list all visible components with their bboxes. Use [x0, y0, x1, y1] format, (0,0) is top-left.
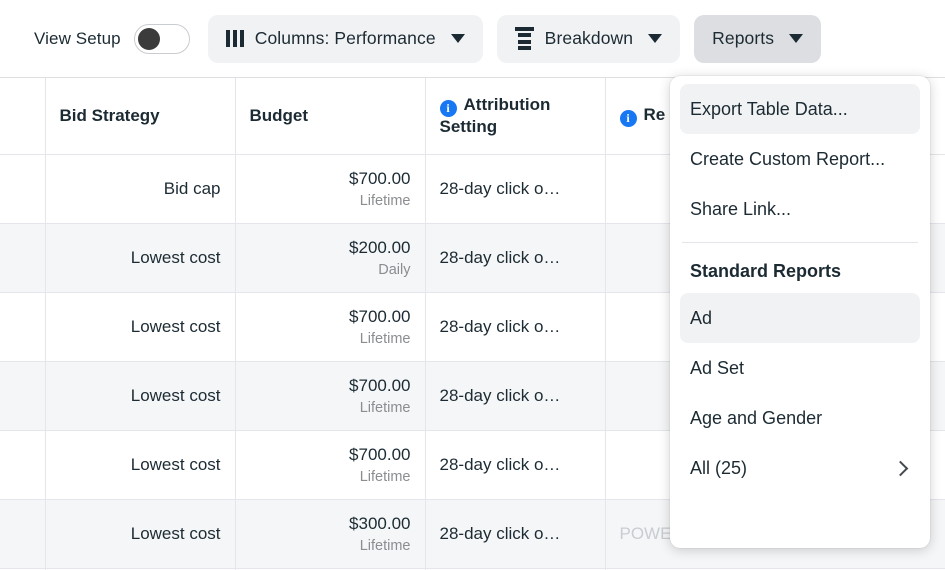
chevron-down-icon [451, 34, 465, 43]
budget-amount: $700.00 [349, 169, 410, 188]
row-select-cell[interactable] [0, 223, 45, 292]
cell-bid-strategy: Lowest cost [45, 499, 235, 568]
column-header-attribution-setting[interactable]: iAttribution Setting [425, 78, 605, 154]
info-icon[interactable]: i [620, 110, 637, 127]
cell-bid-strategy: Lowest cost [45, 223, 235, 292]
column-header-budget[interactable]: Budget [235, 78, 425, 154]
breakdown-button[interactable]: Breakdown [497, 15, 680, 63]
menu-divider [682, 242, 918, 243]
ads-manager-screen: View Setup Columns: Performance Breakdow… [0, 0, 945, 570]
column-header-bid-strategy[interactable]: Bid Strategy [45, 78, 235, 154]
cell-attribution: 28-day click o… [425, 154, 605, 223]
budget-type: Lifetime [250, 400, 411, 416]
budget-type: Lifetime [250, 538, 411, 554]
cell-attribution: 28-day click o… [425, 499, 605, 568]
row-select-cell[interactable] [0, 292, 45, 361]
column-header-spacer [0, 78, 45, 154]
row-select-cell[interactable] [0, 430, 45, 499]
reports-button[interactable]: Reports [694, 15, 821, 63]
columns-icon [226, 30, 244, 47]
row-select-cell[interactable] [0, 499, 45, 568]
cell-attribution: 28-day click o… [425, 361, 605, 430]
cell-bid-strategy: Lowest cost [45, 430, 235, 499]
breakdown-icon [515, 27, 534, 51]
chevron-down-icon [789, 34, 803, 43]
view-setup-label: View Setup [34, 29, 121, 49]
view-toolbar: View Setup Columns: Performance Breakdow… [0, 0, 945, 78]
cell-bid-strategy: Lowest cost [45, 292, 235, 361]
budget-type: Daily [250, 262, 411, 278]
menu-item-ad[interactable]: Ad [680, 293, 920, 343]
breakdown-button-label: Breakdown [545, 28, 633, 49]
menu-item-create-custom-report[interactable]: Create Custom Report... [680, 134, 920, 184]
chevron-right-icon [893, 460, 909, 476]
menu-item-age-and-gender[interactable]: Age and Gender [680, 393, 920, 443]
menu-item-all[interactable]: All (25) [680, 443, 920, 493]
view-setup-group: View Setup [34, 24, 190, 54]
budget-amount: $700.00 [349, 445, 410, 464]
menu-item-share-link[interactable]: Share Link... [680, 184, 920, 234]
budget-amount: $700.00 [349, 376, 410, 395]
menu-item-export-table-data[interactable]: Export Table Data... [680, 84, 920, 134]
menu-section-standard-reports: Standard Reports [680, 249, 920, 293]
cell-budget: $700.00 Lifetime [235, 292, 425, 361]
budget-amount: $300.00 [349, 514, 410, 533]
view-setup-toggle[interactable] [134, 24, 190, 54]
cell-bid-strategy: Lowest cost [45, 361, 235, 430]
cell-budget: $300.00 Lifetime [235, 499, 425, 568]
budget-type: Lifetime [250, 331, 411, 347]
menu-item-ad-set[interactable]: Ad Set [680, 343, 920, 393]
cell-attribution: 28-day click o… [425, 292, 605, 361]
cell-bid-strategy: Bid cap [45, 154, 235, 223]
cell-budget: $200.00 Daily [235, 223, 425, 292]
info-icon[interactable]: i [440, 100, 457, 117]
budget-amount: $700.00 [349, 307, 410, 326]
cell-attribution: 28-day click o… [425, 430, 605, 499]
cell-budget: $700.00 Lifetime [235, 430, 425, 499]
budget-type: Lifetime [250, 193, 411, 209]
toggle-knob [138, 28, 160, 50]
cell-attribution: 28-day click o… [425, 223, 605, 292]
columns-button-label: Columns: Performance [255, 28, 436, 49]
cell-budget: $700.00 Lifetime [235, 361, 425, 430]
row-select-cell[interactable] [0, 154, 45, 223]
budget-amount: $200.00 [349, 238, 410, 257]
budget-type: Lifetime [250, 469, 411, 485]
chevron-down-icon [648, 34, 662, 43]
columns-button[interactable]: Columns: Performance [208, 15, 483, 63]
cell-budget: $700.00 Lifetime [235, 154, 425, 223]
reports-dropdown-menu: Export Table Data... Create Custom Repor… [670, 76, 930, 548]
row-select-cell[interactable] [0, 361, 45, 430]
reports-button-label: Reports [712, 28, 774, 49]
